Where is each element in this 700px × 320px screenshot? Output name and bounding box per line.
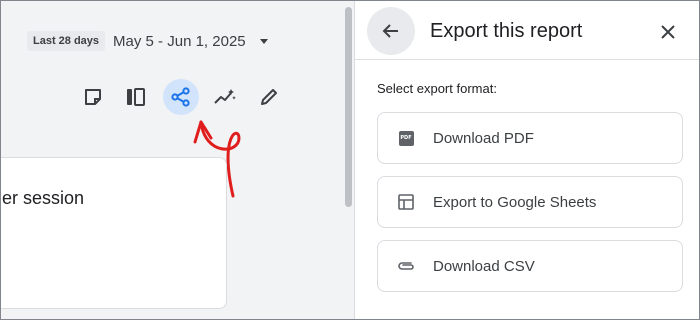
insights-button[interactable] [207,79,243,115]
insights-sparkle-icon [214,89,236,104]
paperclip-icon [397,257,415,275]
edit-pencil-icon [261,89,277,105]
download-pdf-option[interactable]: PDF Download PDF [377,112,683,164]
sticky-note-icon [85,89,101,105]
sticky-note-button[interactable] [75,79,111,115]
option-label: Download PDF [433,129,534,147]
close-button[interactable] [653,17,683,47]
export-format-label: Select export format: [377,81,497,96]
date-range-selector[interactable]: Last 28 days May 5 - Jun 1, 2025 [27,31,268,51]
arrow-back-icon [382,24,398,38]
scrollbar[interactable] [345,7,352,207]
back-button[interactable] [367,7,415,55]
panel-title: Export this report [430,20,583,42]
share-icon [171,87,190,107]
app-frame: Last 28 days May 5 - Jun 1, 2025 er sess… [0,0,700,320]
metric-card: er session [1,157,227,309]
report-toolbar [71,79,291,115]
card-label: er session [2,188,85,208]
close-icon [661,25,675,39]
compare-button[interactable] [119,79,155,115]
share-button[interactable] [163,79,199,115]
report-area: Last 28 days May 5 - Jun 1, 2025 er sess… [1,1,347,319]
edit-button[interactable] [251,79,287,115]
option-label: Download CSV [433,257,535,275]
panel-header: Export this report [355,1,699,60]
export-sheets-option[interactable]: Export to Google Sheets [377,176,683,228]
export-panel: Export this report Select export format:… [355,1,699,319]
caret-down-icon[interactable] [259,38,268,44]
date-preset-chip: Last 28 days [27,31,106,51]
sheets-grid-icon [397,193,415,211]
option-label: Export to Google Sheets [433,193,597,211]
pdf-icon: PDF [397,129,415,147]
date-range-text: May 5 - Jun 1, 2025 [113,32,246,50]
compare-columns-icon [127,88,145,106]
download-csv-option[interactable]: Download CSV [377,240,683,292]
